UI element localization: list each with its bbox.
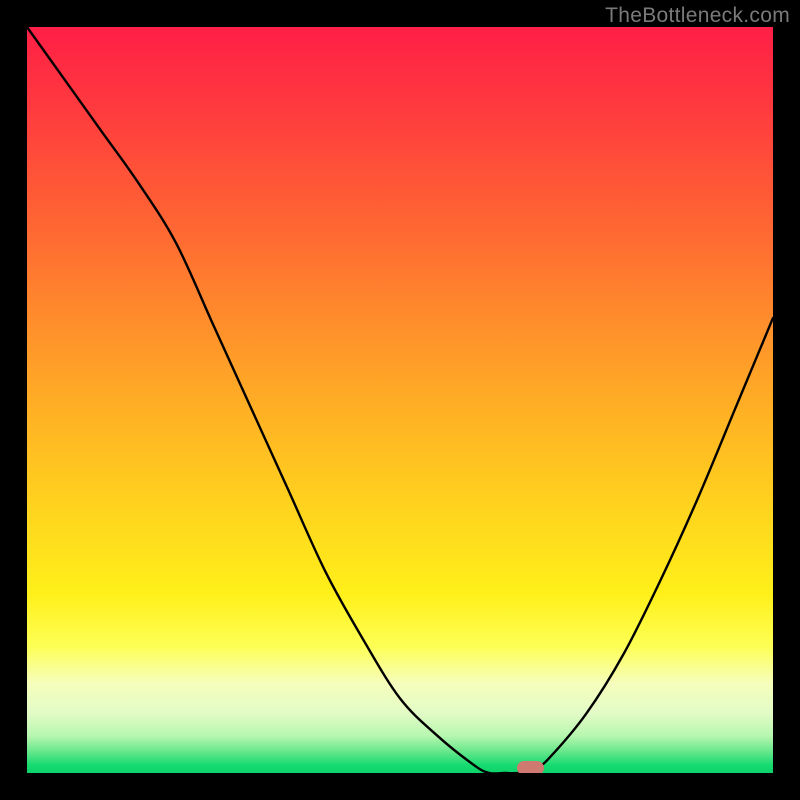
plot-area bbox=[27, 27, 773, 773]
optimal-marker-pill bbox=[517, 761, 544, 773]
curve-path bbox=[27, 27, 773, 773]
watermark-text: TheBottleneck.com bbox=[605, 4, 790, 28]
bottleneck-curve bbox=[27, 27, 773, 773]
chart-frame: TheBottleneck.com bbox=[0, 0, 800, 800]
